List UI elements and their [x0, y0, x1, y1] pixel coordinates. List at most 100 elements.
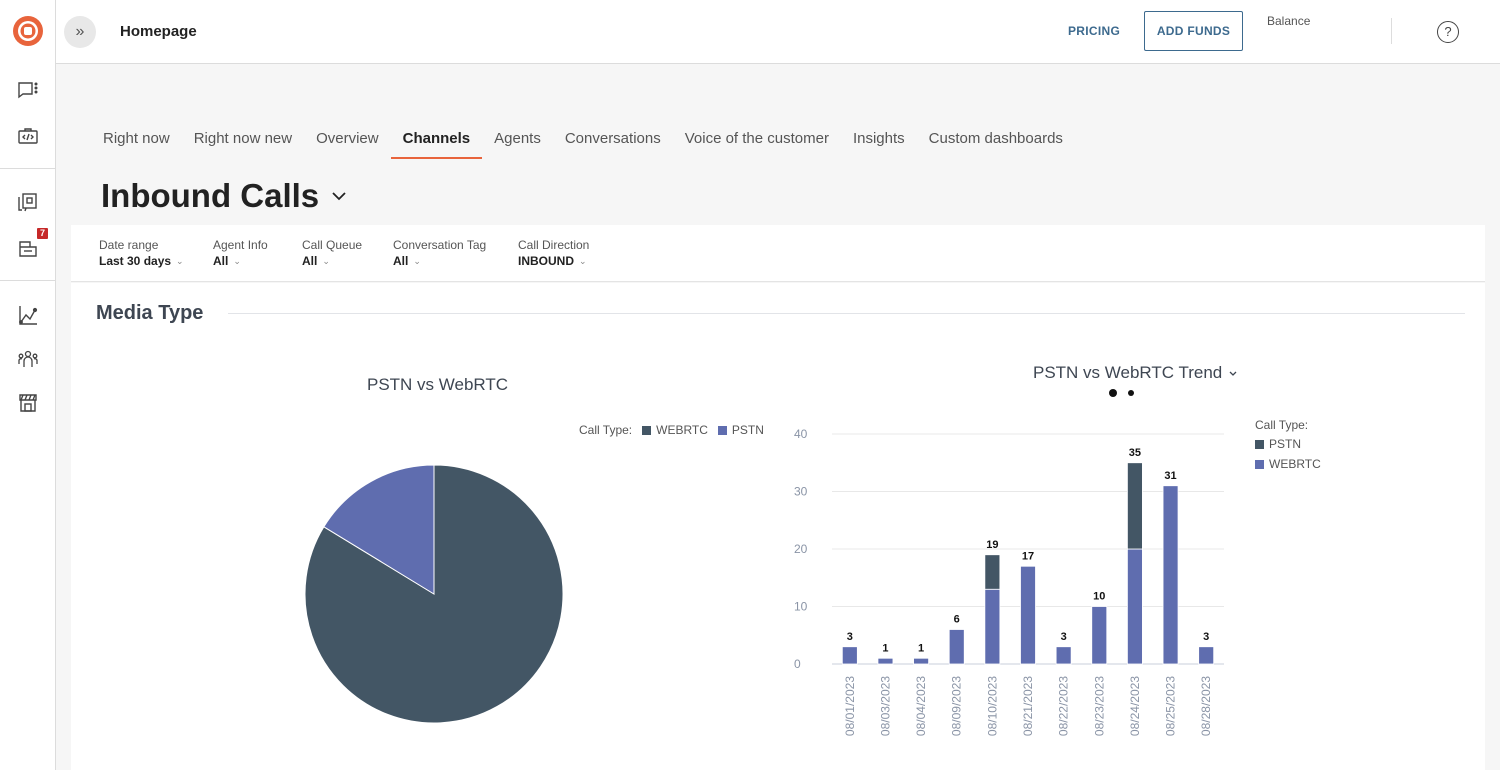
- sidebar-divider: [0, 168, 56, 169]
- bar-segment-webrtc[interactable]: [948, 629, 965, 665]
- x-tick-label: 08/28/2023: [1199, 676, 1213, 736]
- bar-data-label: 1: [918, 642, 924, 654]
- tab-voice-of-the-customer[interactable]: Voice of the customer: [673, 124, 841, 159]
- chevron-down-icon: ⌄: [176, 255, 184, 266]
- filter-label: Call Direction: [518, 238, 590, 252]
- x-tick-label: 08/23/2023: [1092, 676, 1106, 736]
- tab-right-now[interactable]: Right now: [91, 124, 182, 159]
- x-tick-label: 08/25/2023: [1164, 676, 1178, 736]
- bar-segment-webrtc[interactable]: [841, 646, 858, 665]
- filter-bar: Date range Last 30 days ⌄ Agent Info All ⌄…: [71, 225, 1485, 282]
- app-logo-icon[interactable]: [12, 15, 44, 47]
- chat-dots-icon[interactable]: [16, 79, 40, 103]
- bar-data-label: 10: [1093, 591, 1105, 603]
- chevron-down-icon: [1229, 371, 1237, 376]
- page-title: Inbound Calls: [101, 177, 320, 214]
- bar-segment-webrtc[interactable]: [877, 657, 894, 665]
- chevron-down-icon: [332, 192, 346, 201]
- bar-segment-webrtc[interactable]: [1162, 485, 1179, 665]
- top-bar: » Homepage PRICING ADD FUNDS Balance ?: [56, 0, 1500, 64]
- legend-swatch-webrtc: [642, 425, 652, 435]
- filter-conversation-tag[interactable]: Conversation Tag All ⌄: [393, 238, 486, 268]
- bar-segment-webrtc[interactable]: [1055, 646, 1072, 665]
- sidebar: 7: [0, 0, 56, 770]
- bar-segment-pstn[interactable]: [984, 554, 1001, 590]
- filter-value: Last 30 days: [99, 254, 172, 268]
- stacked-bar-chart: 0 10 20 30 40 3 08/01/2023 1 08/03/2023 1 08/04/20…: [794, 427, 1224, 736]
- section-divider: [228, 313, 1465, 314]
- legend-swatch-webrtc: [1255, 459, 1264, 469]
- section-title: Media Type: [96, 302, 204, 324]
- dashboard-tabs: Right now Right now new Overview Channel…: [91, 124, 1075, 159]
- tab-overview[interactable]: Overview: [304, 124, 391, 159]
- bar-segment-pstn[interactable]: [1127, 462, 1143, 550]
- bar-segment-webrtc[interactable]: [1198, 646, 1215, 665]
- bar-data-label: 31: [1164, 470, 1176, 482]
- bar-data-label: 1: [882, 642, 888, 654]
- filter-call-queue[interactable]: Call Queue All ⌄: [302, 238, 362, 268]
- bar-segment-webrtc[interactable]: [1091, 606, 1108, 665]
- tab-insights[interactable]: Insights: [841, 124, 917, 159]
- help-icon[interactable]: ?: [1437, 21, 1459, 43]
- y-tick-label: 0: [794, 657, 801, 671]
- expand-sidebar-button[interactable]: »: [64, 16, 96, 48]
- bar-segment-webrtc[interactable]: [984, 588, 1001, 665]
- notification-badge: 7: [37, 228, 48, 239]
- bar-segment-webrtc[interactable]: [1020, 565, 1036, 665]
- message-copy-icon[interactable]: [16, 191, 40, 215]
- tab-custom-dashboards[interactable]: Custom dashboards: [917, 124, 1075, 159]
- bar-data-label: 35: [1129, 447, 1141, 459]
- bar-data-label: 17: [1022, 550, 1034, 562]
- legend-label-webrtc[interactable]: WEBRTC: [656, 423, 708, 437]
- carousel-dot-active[interactable]: [1109, 389, 1117, 397]
- legend-label-pstn[interactable]: PSTN: [1269, 437, 1301, 451]
- x-tick-label: 08/03/2023: [878, 676, 892, 736]
- filter-call-direction[interactable]: Call Direction INBOUND ⌄: [518, 238, 589, 268]
- chevron-down-icon: ⌄: [233, 255, 241, 266]
- page-title-dropdown[interactable]: Inbound Calls: [101, 177, 347, 215]
- bar-chart-title-dropdown[interactable]: PSTN vs WebRTC Trend: [1033, 363, 1238, 383]
- x-tick-label: 08/01/2023: [843, 676, 857, 736]
- x-tick-label: 08/09/2023: [950, 676, 964, 736]
- filter-agent-info[interactable]: Agent Info All ⌄: [213, 238, 268, 268]
- bar-data-label: 19: [986, 539, 998, 551]
- x-tick-label: 08/21/2023: [1021, 676, 1035, 736]
- filter-label: Agent Info: [213, 238, 268, 252]
- filter-label: Date range: [99, 238, 159, 252]
- bar-segment-webrtc[interactable]: [1127, 548, 1143, 665]
- pricing-link[interactable]: PRICING: [1068, 24, 1120, 38]
- filter-value: INBOUND: [518, 254, 574, 268]
- analytics-chart-icon[interactable]: [16, 303, 40, 327]
- filter-value: All: [302, 254, 318, 268]
- topbar-divider: [1391, 18, 1392, 44]
- bar-chart-title: PSTN vs WebRTC Trend: [1033, 363, 1223, 382]
- tab-agents[interactable]: Agents: [482, 124, 553, 159]
- bar-legend: Call Type: PSTN WEBRTC: [1255, 418, 1321, 471]
- bar-data-label: 3: [1203, 631, 1209, 643]
- bar-segment-webrtc[interactable]: [913, 657, 929, 665]
- carousel-dot[interactable]: [1128, 390, 1134, 396]
- x-tick-label: 08/24/2023: [1128, 676, 1142, 736]
- balance-label: Balance: [1267, 14, 1311, 28]
- chevron-down-icon: ⌄: [579, 255, 587, 266]
- filter-value: All: [393, 254, 409, 268]
- media-type-panel: Media Type PSTN vs WebRTC Call Type: WEB…: [71, 283, 1485, 770]
- filter-label: Call Queue: [302, 238, 363, 252]
- x-tick-label: 08/04/2023: [914, 676, 928, 736]
- legend-swatch-pstn: [717, 425, 727, 435]
- filter-date-range[interactable]: Date range Last 30 days ⌄: [99, 238, 184, 268]
- y-tick-label: 10: [794, 600, 808, 614]
- tab-channels[interactable]: Channels: [390, 124, 483, 159]
- sidebar-divider: [0, 280, 56, 281]
- tab-right-now-new[interactable]: Right now new: [182, 124, 304, 159]
- api-briefcase-icon[interactable]: [16, 124, 40, 148]
- pie-chart: [304, 464, 564, 724]
- chevron-down-icon: ⌄: [322, 255, 330, 266]
- add-funds-button[interactable]: ADD FUNDS: [1144, 11, 1243, 51]
- legend-label-webrtc[interactable]: WEBRTC: [1269, 457, 1321, 471]
- team-users-icon[interactable]: [16, 347, 40, 371]
- tab-conversations[interactable]: Conversations: [553, 124, 673, 159]
- legend-label-pstn[interactable]: PSTN: [732, 423, 764, 437]
- inbox-tasks-icon[interactable]: [16, 236, 40, 260]
- storefront-icon[interactable]: [16, 391, 40, 415]
